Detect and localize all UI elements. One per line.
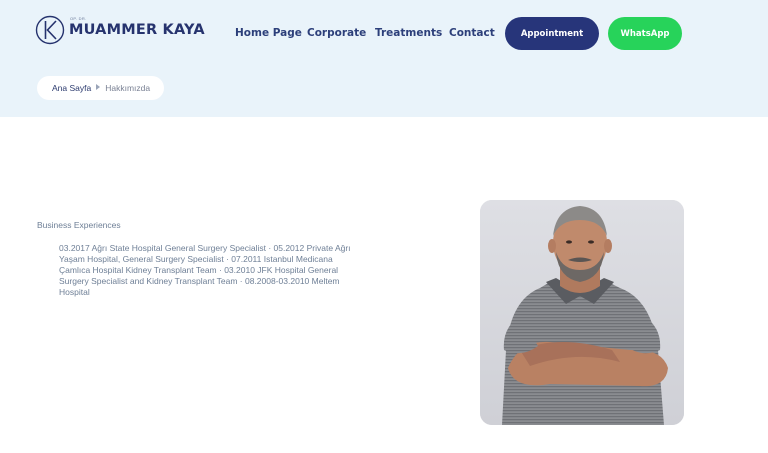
breadcrumb-home-link[interactable]: Ana Sayfa (52, 83, 91, 93)
experience-text: 03.2017 Ağrı State Hospital General Surg… (59, 243, 351, 297)
breadcrumb-separator-icon (96, 84, 101, 90)
breadcrumb-current: Hakkımızda (105, 83, 151, 93)
nav-contact[interactable]: Contact (449, 27, 495, 39)
section-title: Business Experiences (37, 220, 121, 230)
breadcrumb: Ana Sayfa Hakkımızda (37, 76, 164, 100)
appointment-button[interactable]: Appointment (505, 17, 599, 50)
nav-home-page[interactable]: Home Page (235, 27, 302, 39)
doctor-portrait (480, 200, 684, 425)
whatsapp-button[interactable]: WhatsApp (608, 17, 682, 50)
logo-title-prefix: OP. DR. (70, 16, 87, 21)
nav-corporate[interactable]: Corporate (307, 27, 366, 39)
nav-treatments[interactable]: Treatments (375, 27, 442, 39)
